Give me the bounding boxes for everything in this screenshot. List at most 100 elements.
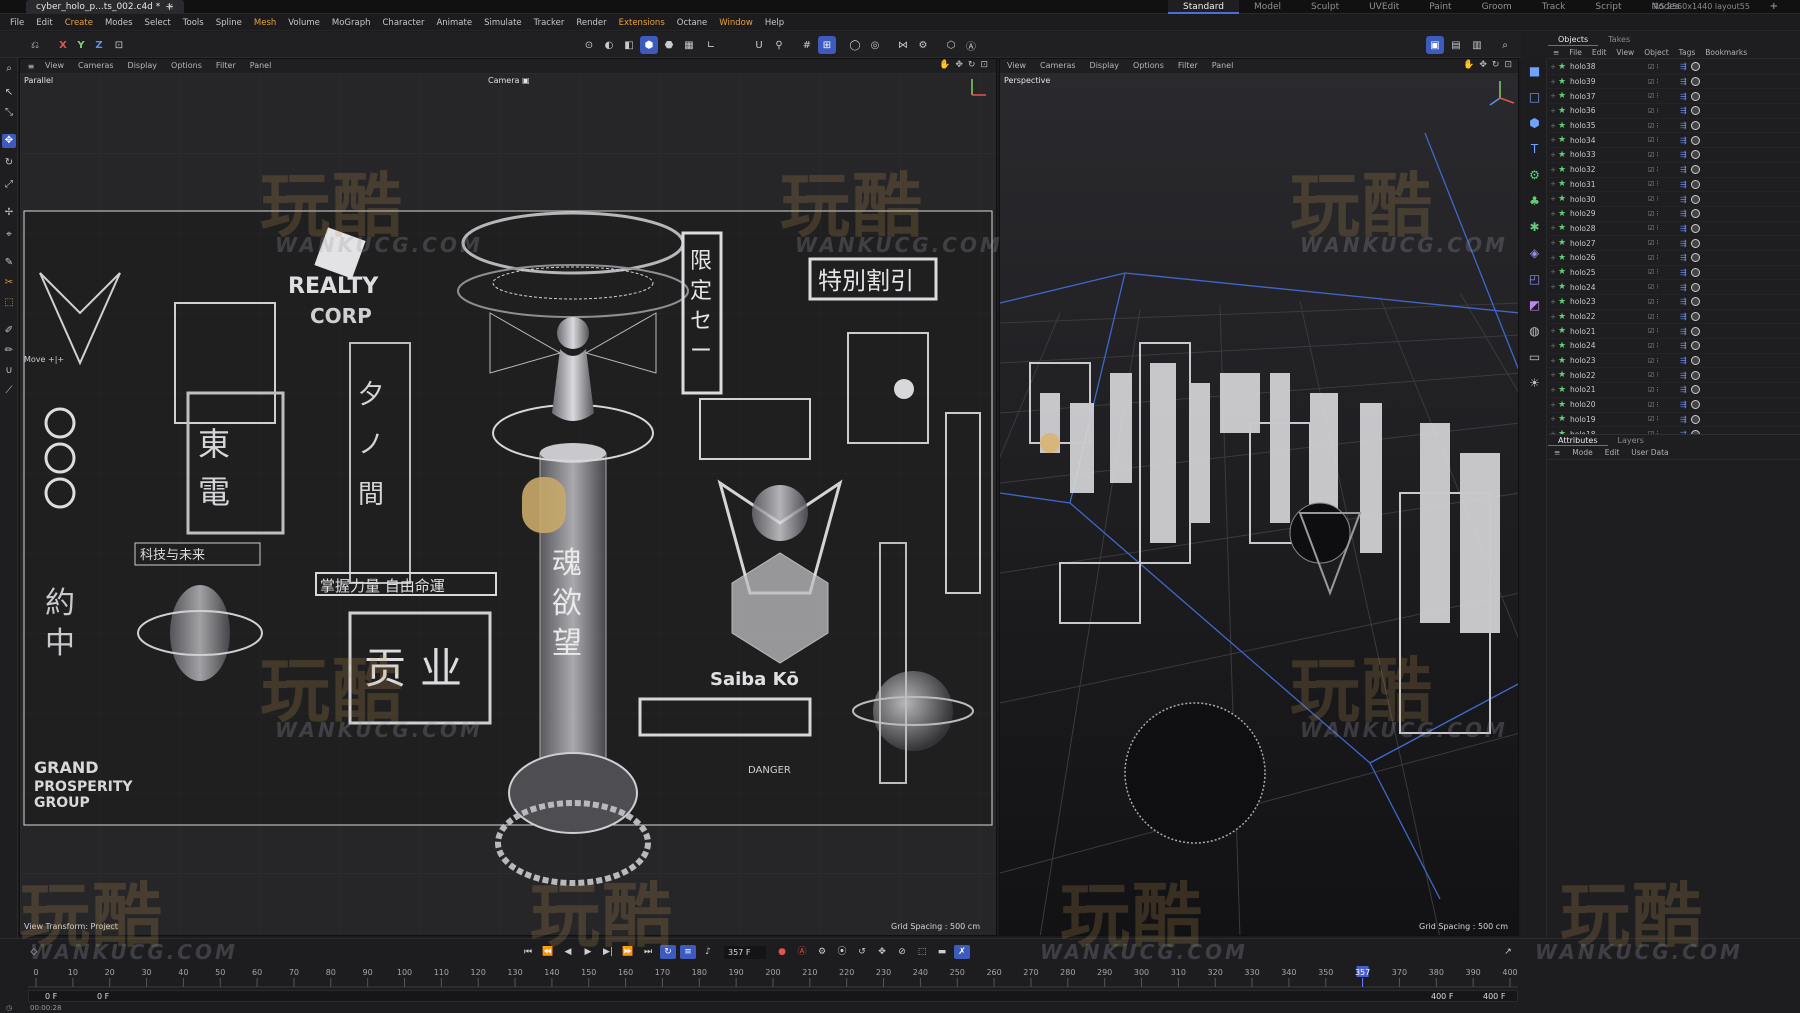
objects-menu-file[interactable]: File xyxy=(1564,48,1587,57)
visibility-toggle-icon[interactable]: ☑ ⁝ xyxy=(1648,224,1659,232)
viewport-menu-icon[interactable]: ≡ xyxy=(24,62,38,71)
points-mode-icon[interactable]: ⊙ xyxy=(580,36,598,54)
vp-left-menu-view[interactable]: View xyxy=(38,59,71,73)
tab-objects[interactable]: Objects xyxy=(1548,34,1599,46)
visibility-toggle-icon[interactable]: ☑ ⁝ xyxy=(1648,166,1659,174)
uv-mode-icon[interactable]: ▦ xyxy=(680,36,698,54)
layout-tab-model[interactable]: Model xyxy=(1239,0,1296,14)
xpresso-tag-icon[interactable]: ⇶ xyxy=(1680,327,1687,336)
object-name[interactable]: holo23 xyxy=(1570,356,1630,365)
object-name[interactable]: holo24 xyxy=(1570,341,1630,350)
interpolation-icon[interactable]: ✗ xyxy=(954,945,970,959)
object-row[interactable]: + ★ holo39 ☑ ⁝ ⇶ xyxy=(1548,75,1800,90)
vp-left-menu-filter[interactable]: Filter xyxy=(209,59,243,73)
layout-tab-track[interactable]: Track xyxy=(1527,0,1581,14)
material-tag-icon[interactable] xyxy=(1691,77,1700,87)
menu-edit[interactable]: Edit xyxy=(30,15,58,31)
object-name[interactable]: holo31 xyxy=(1570,180,1630,189)
objects-menu-icon[interactable]: ≡ xyxy=(1548,48,1564,57)
object-row[interactable]: + ★ holo25 ☑ ⁝ ⇶ xyxy=(1548,266,1800,281)
sound-icon[interactable]: ♪ xyxy=(700,945,716,959)
visibility-toggle-icon[interactable]: ☑ ⁝ xyxy=(1648,327,1659,335)
material-tag-icon[interactable] xyxy=(1691,297,1700,307)
material-tag-icon[interactable] xyxy=(1691,400,1700,410)
menu-octane[interactable]: Octane xyxy=(671,15,714,31)
object-row[interactable]: + ★ holo24 ☑ ⁝ ⇶ xyxy=(1548,339,1800,354)
vp-right-menu-view[interactable]: View xyxy=(1000,59,1033,73)
xpresso-tag-icon[interactable]: ⇶ xyxy=(1680,180,1687,189)
visibility-toggle-icon[interactable]: ☑ ⁝ xyxy=(1648,357,1659,365)
object-row[interactable]: + ★ holo34 ☑ ⁝ ⇶ xyxy=(1548,133,1800,149)
attributes-menu-mode[interactable]: Mode xyxy=(1566,448,1598,457)
material-tag-icon[interactable] xyxy=(1691,91,1700,101)
coordinate-system-icon[interactable]: ⊡ xyxy=(110,36,128,54)
visibility-toggle-icon[interactable]: ☑ ⁝ xyxy=(1648,342,1659,350)
visibility-toggle-icon[interactable]: ☑ ⁝ xyxy=(1648,254,1659,262)
vp-right-menu-options[interactable]: Options xyxy=(1126,59,1171,73)
visibility-toggle-icon[interactable]: ☑ ⁝ xyxy=(1648,195,1659,203)
orbit-icon[interactable]: ↻ xyxy=(1492,60,1500,70)
object-name[interactable]: holo27 xyxy=(1570,239,1630,248)
undo-icon[interactable]: ⎌ xyxy=(26,36,44,54)
menu-animate[interactable]: Animate xyxy=(430,15,478,31)
vp-left-menu-panel[interactable]: Panel xyxy=(243,59,279,73)
magnet-icon[interactable]: U xyxy=(750,36,768,54)
next-frame-icon[interactable]: ▶| xyxy=(600,945,616,959)
object-row[interactable]: + ★ holo21 ☑ ⁝ ⇶ xyxy=(1548,383,1800,398)
frame-range-slider[interactable]: 0 F 0 F 400 F 400 F xyxy=(28,990,1518,1002)
object-row[interactable]: + ★ holo24 ☑ ⁝ ⇶ xyxy=(1548,280,1800,295)
next-key-icon[interactable]: ⏩ xyxy=(620,945,636,959)
expand-arrow-icon[interactable]: + xyxy=(1548,107,1558,115)
keyframe-diamond-icon[interactable]: ◇ xyxy=(26,945,42,959)
xpresso-tag-icon[interactable]: ⇶ xyxy=(1680,415,1687,424)
visibility-toggle-icon[interactable]: ☑ ⁝ xyxy=(1648,386,1659,394)
key-scale-icon[interactable]: ✥ xyxy=(874,945,890,959)
visibility-toggle-icon[interactable]: ☑ ⁝ xyxy=(1648,63,1659,71)
object-row[interactable]: + ★ holo33 ☑ ⁝ ⇶ xyxy=(1548,148,1800,163)
current-frame-field[interactable]: 357 F xyxy=(724,945,766,959)
vp-right-menu-panel[interactable]: Panel xyxy=(1205,59,1241,73)
vp-left-menu-cameras[interactable]: Cameras xyxy=(71,59,121,73)
expand-arrow-icon[interactable]: + xyxy=(1548,371,1558,379)
scene-camera-icon[interactable]: ▭ xyxy=(1527,350,1542,365)
loop-icon[interactable]: ↻ xyxy=(660,945,676,959)
menu-mograph[interactable]: MoGraph xyxy=(326,15,377,31)
soft-selection-icon[interactable]: ⚲ xyxy=(770,36,788,54)
objects-menu-view[interactable]: View xyxy=(1611,48,1639,57)
render-picture-viewer-icon[interactable]: ▤ xyxy=(1447,36,1465,54)
volume-icon[interactable]: ◩ xyxy=(1527,298,1542,313)
visibility-toggle-icon[interactable]: ☑ ⁝ xyxy=(1648,371,1659,379)
object-row[interactable]: + ★ holo20 ☑ ⁝ ⇶ xyxy=(1548,398,1800,413)
pivot-tool-icon[interactable]: ⌖ xyxy=(2,228,16,242)
material-tag-icon[interactable] xyxy=(1691,238,1700,248)
menu-spline[interactable]: Spline xyxy=(210,15,248,31)
material-tag-icon[interactable] xyxy=(1691,194,1700,204)
pan-icon[interactable]: ✋ xyxy=(939,60,950,70)
object-row[interactable]: + ★ holo31 ☑ ⁝ ⇶ xyxy=(1548,178,1800,193)
menu-tracker[interactable]: Tracker xyxy=(528,15,571,31)
menu-character[interactable]: Character xyxy=(377,15,431,31)
record-icon[interactable]: ● xyxy=(774,945,790,959)
object-name[interactable]: holo30 xyxy=(1570,195,1630,204)
material-tag-icon[interactable] xyxy=(1691,356,1700,366)
vp-left-menu-options[interactable]: Options xyxy=(164,59,209,73)
expand-arrow-icon[interactable]: + xyxy=(1548,313,1558,321)
expand-arrow-icon[interactable]: + xyxy=(1548,92,1558,100)
menu-modes[interactable]: Modes xyxy=(99,15,139,31)
environment-icon[interactable]: ◍ xyxy=(1527,324,1542,339)
expand-arrow-icon[interactable]: + xyxy=(1548,239,1558,247)
visibility-toggle-icon[interactable]: ☑ ⁝ xyxy=(1648,283,1659,291)
expand-arrow-icon[interactable]: + xyxy=(1548,283,1558,291)
preview-end-field[interactable]: 400 F xyxy=(1431,991,1453,1002)
menu-volume[interactable]: Volume xyxy=(282,15,326,31)
objects-menu-edit[interactable]: Edit xyxy=(1587,48,1612,57)
menu-extensions[interactable]: Extensions xyxy=(613,15,671,31)
xpresso-tag-icon[interactable]: ⇶ xyxy=(1680,312,1687,321)
brush-tool-icon[interactable]: ✐ xyxy=(2,324,16,338)
layout-tab-standard[interactable]: Standard xyxy=(1168,0,1239,14)
object-row[interactable]: + ★ holo37 ☑ ⁝ ⇶ xyxy=(1548,89,1800,105)
rotate-tool-icon[interactable]: ↻ xyxy=(2,156,16,170)
end-frame-field[interactable]: 400 F xyxy=(1483,991,1505,1002)
edges-mode-icon[interactable]: ◐ xyxy=(600,36,618,54)
visibility-toggle-icon[interactable]: ☑ ⁝ xyxy=(1648,415,1659,423)
